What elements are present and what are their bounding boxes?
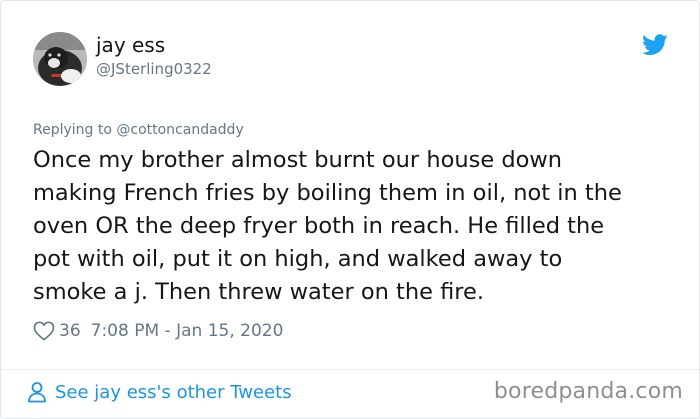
tweet-text-line: oven OR the deep fryer both in reach. He… [33, 213, 605, 239]
tweet-meta: 36 7:08 PM - Jan 15, 2020 [33, 319, 283, 343]
avatar[interactable] [33, 32, 87, 86]
see-other-tweets-label: See jay ess's other Tweets [55, 381, 292, 403]
avatar-dog-image [33, 32, 87, 86]
see-other-tweets-link[interactable]: See jay ess's other Tweets [27, 381, 292, 403]
tweet-text-line: Once my brother almost burnt our house d… [33, 147, 563, 173]
person-outline-icon [28, 382, 46, 403]
user-display-name[interactable]: jay ess [96, 32, 165, 58]
tweet-text-line: smoke a j. Then threw water on the fire. [33, 279, 485, 305]
tweet-card: jay ess @JSterling0322 Replying to @cott… [0, 0, 700, 419]
user-handle[interactable]: @JSterling0322 [96, 59, 212, 79]
timestamp[interactable]: 7:08 PM - Jan 15, 2020 [91, 321, 284, 341]
replying-to-label[interactable]: Replying to @cottoncandaddy [33, 120, 244, 140]
twitter-bird-icon[interactable] [642, 34, 668, 56]
tweet-text-line: making French fries by boiling them in o… [33, 180, 622, 206]
like-count[interactable]: 36 [59, 321, 81, 341]
heart-outline-icon[interactable] [33, 321, 55, 341]
tweet-text: Once my brother almost burnt our house d… [33, 144, 673, 309]
divider [1, 369, 699, 370]
watermark: boredpanda.com [493, 379, 683, 404]
tweet-text-line: pot with oil, put it on high, and walked… [33, 246, 563, 272]
